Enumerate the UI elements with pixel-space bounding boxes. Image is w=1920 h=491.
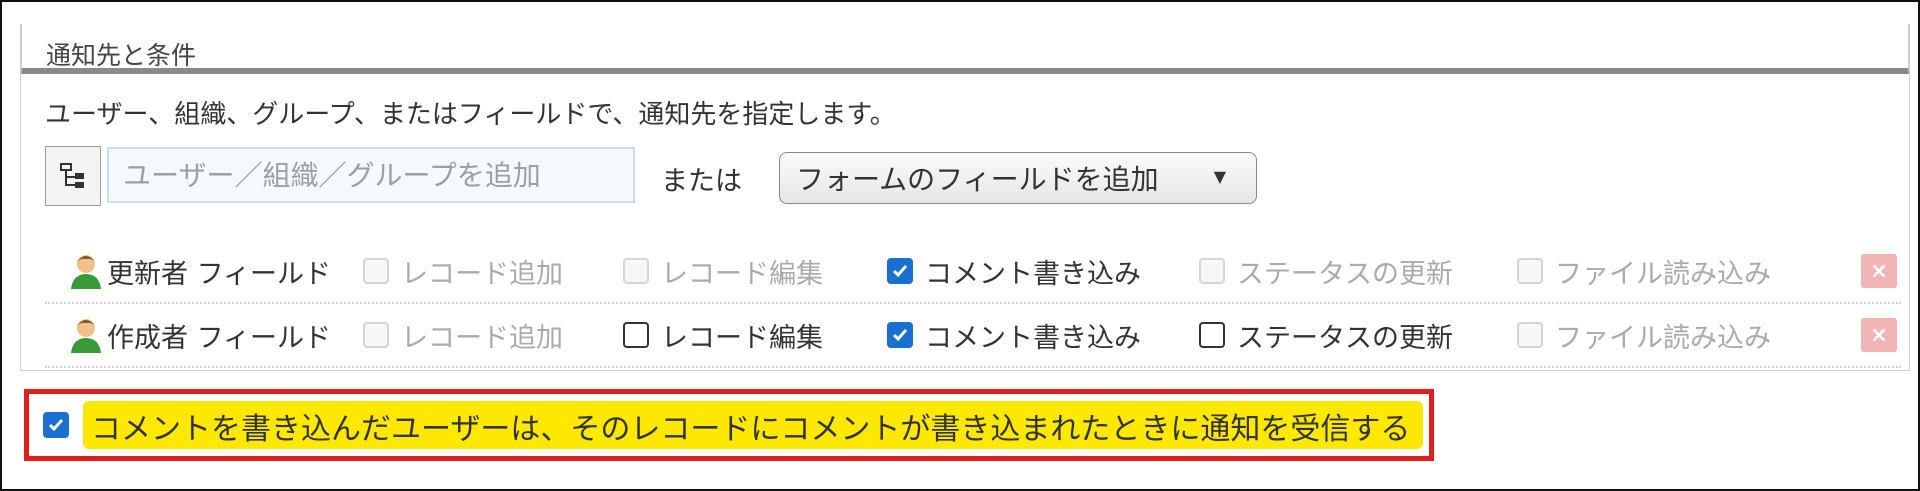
permission-option[interactable]: ステータスの更新 — [1199, 304, 1453, 366]
close-icon: × — [1869, 322, 1889, 348]
delete-recipient-button[interactable]: × — [1861, 318, 1897, 352]
permission-label: ファイル読み込み — [1555, 258, 1771, 290]
permission-checkbox — [1517, 258, 1543, 284]
notification-settings-panel: 通知先と条件 ユーザー、組織、グループ、またはフィールドで、通知先を指定します。… — [20, 24, 1910, 371]
recipient-name: 作成者 フィールド — [107, 322, 332, 354]
recipient-user: 作成者 フィールド — [69, 304, 331, 366]
permission-option: ステータスの更新 — [1199, 240, 1453, 302]
checkmark-icon — [48, 419, 64, 432]
permission-label: コメント書き込み — [925, 322, 1141, 354]
permission-label: レコード編集 — [661, 322, 823, 354]
recipient-name: 更新者 フィールド — [107, 258, 332, 290]
chevron-down-icon: ▼ — [1213, 167, 1226, 186]
permission-label: レコード追加 — [401, 322, 563, 354]
delete-recipient-button[interactable]: × — [1861, 254, 1897, 288]
section-title: 通知先と条件 — [46, 41, 197, 70]
permission-checkbox[interactable] — [1199, 322, 1225, 348]
user-org-group-input[interactable] — [107, 147, 635, 203]
permission-option: ファイル読み込み — [1517, 240, 1771, 302]
comment-notice-label: コメントを書き込んだユーザーは、そのレコードにコメントが書き込まれたときに通知を… — [91, 412, 1411, 447]
permission-option[interactable]: コメント書き込み — [887, 304, 1141, 366]
permission-checkbox — [1517, 322, 1543, 348]
permission-checkbox — [1199, 258, 1225, 284]
permission-option: レコード追加 — [363, 304, 563, 366]
permission-checkbox — [363, 258, 389, 284]
permission-label: レコード編集 — [661, 258, 823, 290]
panel-header: 通知先と条件 — [21, 24, 1909, 74]
annotation-highlight-box: コメントを書き込んだユーザーは、そのレコードにコメントが書き込まれたときに通知を… — [24, 389, 1434, 461]
user-avatar-icon — [71, 255, 101, 289]
permission-option[interactable]: コメント書き込み — [887, 240, 1141, 302]
permission-label: ファイル読み込み — [1555, 322, 1771, 354]
permission-label: ステータスの更新 — [1237, 258, 1453, 290]
permission-label: ステータスの更新 — [1237, 322, 1453, 354]
checkmark-icon — [892, 329, 908, 342]
recipient-row: 作成者 フィールド レコード追加 レコード編集 コメント書き込み ステータスの更新 ファイ… — [45, 304, 1901, 368]
section-description: ユーザー、組織、グループ、またはフィールドで、通知先を指定します。 — [45, 100, 896, 130]
recipient-row: 更新者 フィールド レコード追加 レコード編集 コメント書き込み ステータスの更新 ファイ… — [45, 240, 1901, 304]
permission-label: コメント書き込み — [925, 258, 1141, 290]
or-label: または — [661, 166, 742, 197]
permission-checkbox — [363, 322, 389, 348]
permission-option: レコード編集 — [623, 240, 823, 302]
comment-notice-checkbox[interactable] — [43, 412, 69, 438]
screenshot-frame: 通知先と条件 ユーザー、組織、グループ、またはフィールドで、通知先を指定します。… — [0, 0, 1920, 491]
add-form-field-select[interactable]: フォームのフィールドを追加 ▼ — [779, 152, 1257, 204]
field-select-label: フォームのフィールドを追加 — [796, 163, 1159, 196]
permission-option[interactable]: レコード編集 — [623, 304, 823, 366]
permission-label: レコード追加 — [401, 258, 563, 290]
permission-checkbox — [623, 258, 649, 284]
permission-checkbox[interactable] — [887, 258, 913, 284]
close-icon: × — [1869, 258, 1889, 284]
recipient-user: 更新者 フィールド — [69, 240, 331, 302]
org-tree-button[interactable] — [45, 146, 101, 206]
org-tree-icon — [60, 163, 84, 188]
permission-option: ファイル読み込み — [1517, 304, 1771, 366]
checkmark-icon — [892, 265, 908, 278]
permission-option: レコード追加 — [363, 240, 563, 302]
user-avatar-icon — [71, 319, 101, 353]
permission-checkbox[interactable] — [623, 322, 649, 348]
permission-checkbox[interactable] — [887, 322, 913, 348]
